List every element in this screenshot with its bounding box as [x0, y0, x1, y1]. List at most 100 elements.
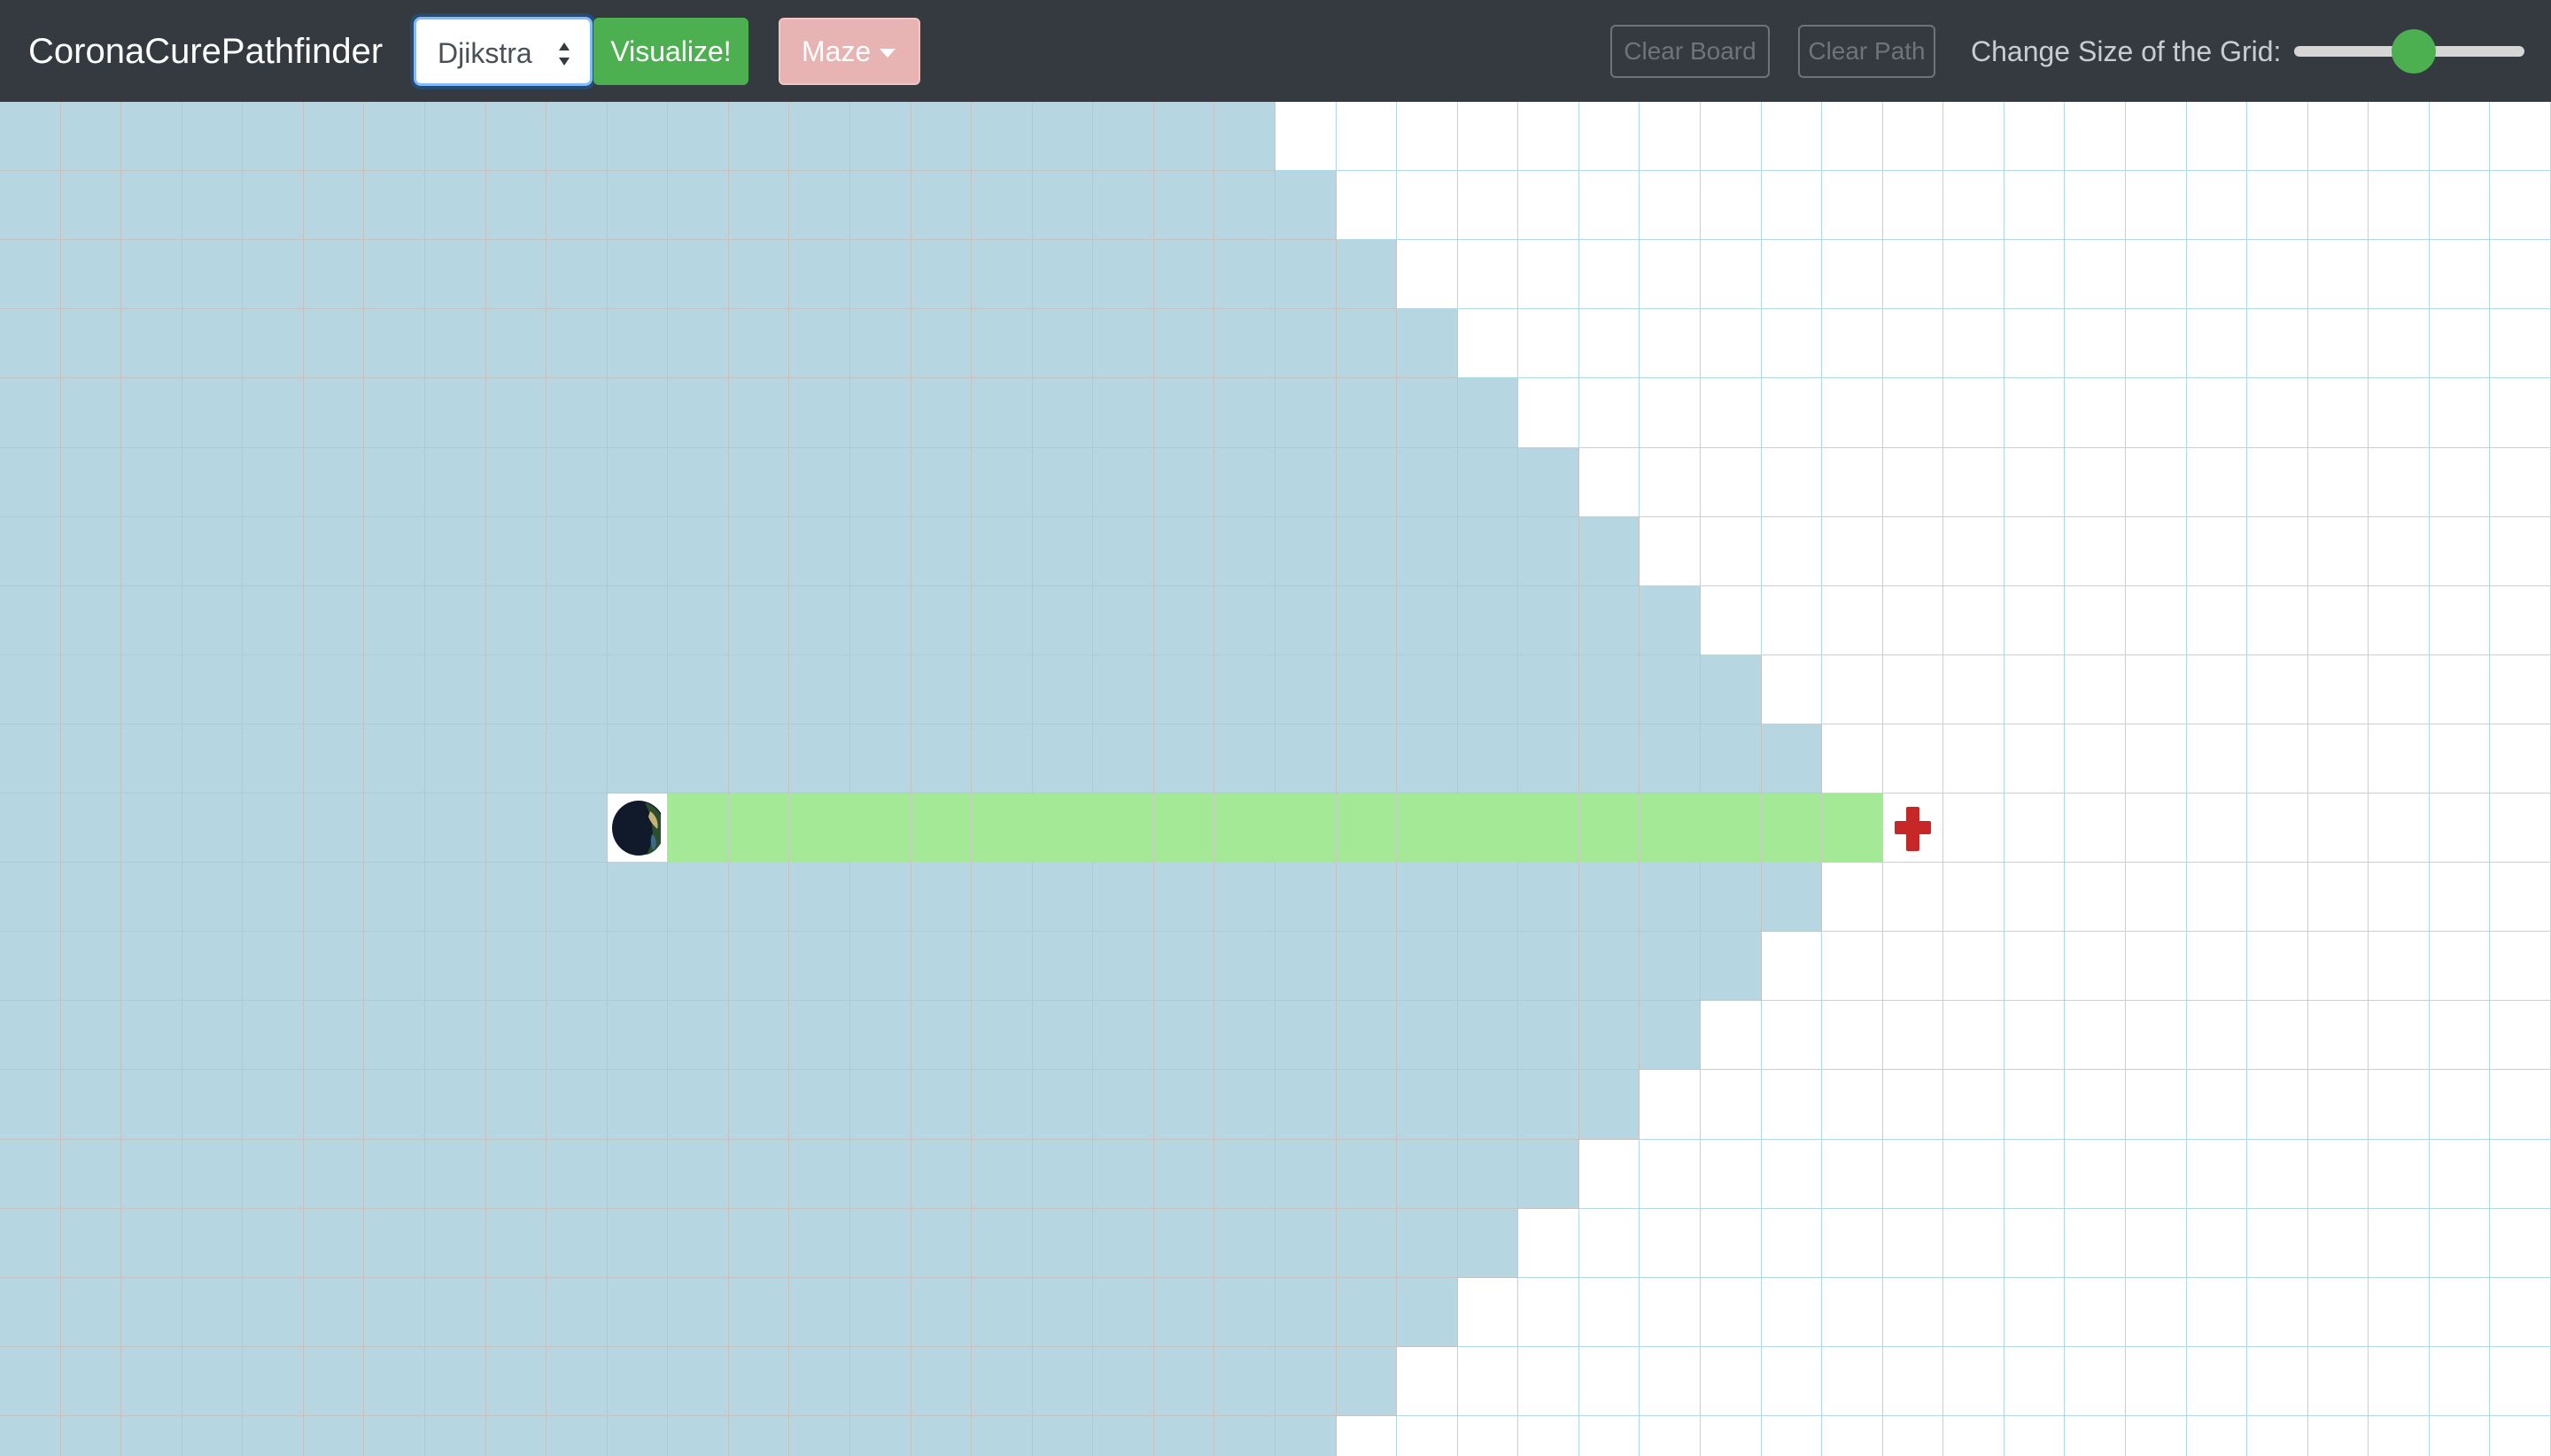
visited-cell[interactable]: [1579, 586, 1640, 655]
visited-cell[interactable]: [1579, 863, 1640, 932]
visited-cell[interactable]: [789, 1209, 850, 1278]
visited-cell[interactable]: [972, 932, 1033, 1001]
visited-cell[interactable]: [911, 863, 972, 932]
visited-cell[interactable]: [972, 863, 1033, 932]
visited-cell[interactable]: [61, 863, 121, 932]
visited-cell[interactable]: [608, 863, 668, 932]
grid-cell[interactable]: [2308, 378, 2369, 448]
visited-cell[interactable]: [1337, 1209, 1397, 1278]
visited-cell[interactable]: [1337, 1278, 1397, 1347]
visited-cell[interactable]: [182, 102, 243, 171]
grid-cell[interactable]: [1822, 586, 1883, 655]
visited-cell[interactable]: [1033, 1140, 1093, 1209]
grid-cell[interactable]: [2308, 102, 2369, 171]
grid-cell[interactable]: [2004, 102, 2065, 171]
visited-cell[interactable]: [1640, 932, 1701, 1001]
visited-cell[interactable]: [729, 240, 789, 309]
visited-cell[interactable]: [1033, 1347, 1093, 1416]
grid-cell[interactable]: [2308, 1416, 2369, 1456]
visited-cell[interactable]: [243, 378, 304, 448]
grid-cell[interactable]: [2247, 517, 2308, 586]
grid-cell[interactable]: [1640, 517, 1701, 586]
grid-cell[interactable]: [2490, 240, 2551, 309]
grid-cell[interactable]: [1943, 240, 2004, 309]
visited-cell[interactable]: [0, 1278, 61, 1347]
grid-cell[interactable]: [1640, 102, 1701, 171]
visited-cell[interactable]: [61, 309, 121, 378]
visited-cell[interactable]: [61, 724, 121, 794]
visited-cell[interactable]: [1276, 724, 1337, 794]
grid-cell[interactable]: [1458, 1278, 1518, 1347]
visited-cell[interactable]: [668, 1001, 729, 1070]
visited-cell[interactable]: [911, 517, 972, 586]
visited-cell[interactable]: [182, 794, 243, 863]
path-cell[interactable]: [1214, 794, 1276, 863]
visited-cell[interactable]: [668, 1416, 729, 1456]
visited-cell[interactable]: [243, 240, 304, 309]
grid-cell[interactable]: [1883, 309, 1943, 378]
visited-cell[interactable]: [121, 1278, 182, 1347]
grid-cell[interactable]: [2126, 586, 2187, 655]
visited-cell[interactable]: [61, 1070, 121, 1140]
grid-cell[interactable]: [2004, 1347, 2065, 1416]
grid-cell[interactable]: [2430, 1278, 2490, 1347]
grid-cell[interactable]: [2004, 378, 2065, 448]
grid-cell[interactable]: [2126, 1209, 2187, 1278]
visited-cell[interactable]: [1093, 517, 1154, 586]
visited-cell[interactable]: [364, 1347, 425, 1416]
visited-cell[interactable]: [1214, 378, 1276, 448]
visited-cell[interactable]: [364, 1209, 425, 1278]
grid-cell[interactable]: [2247, 1001, 2308, 1070]
visited-cell[interactable]: [364, 309, 425, 378]
grid-cell[interactable]: [2490, 586, 2551, 655]
grid-cell[interactable]: [1640, 309, 1701, 378]
grid-cell[interactable]: [1943, 102, 2004, 171]
visited-cell[interactable]: [121, 1001, 182, 1070]
visited-cell[interactable]: [243, 724, 304, 794]
visited-cell[interactable]: [789, 309, 850, 378]
visited-cell[interactable]: [972, 655, 1033, 724]
visited-cell[interactable]: [1093, 586, 1154, 655]
grid-cell[interactable]: [2065, 1070, 2126, 1140]
visited-cell[interactable]: [1093, 1278, 1154, 1347]
grid-cell[interactable]: [1640, 378, 1701, 448]
visited-cell[interactable]: [243, 1209, 304, 1278]
grid-cell[interactable]: [1943, 1278, 2004, 1347]
grid-cell[interactable]: [1458, 102, 1518, 171]
visited-cell[interactable]: [1033, 1070, 1093, 1140]
grid-cell[interactable]: [2187, 1070, 2247, 1140]
grid-cell[interactable]: [2369, 863, 2430, 932]
visited-cell[interactable]: [1640, 1001, 1701, 1070]
visited-cell[interactable]: [911, 586, 972, 655]
grid-cell[interactable]: [2065, 794, 2126, 863]
visited-cell[interactable]: [182, 1070, 243, 1140]
visited-cell[interactable]: [547, 1416, 608, 1456]
visited-cell[interactable]: [243, 794, 304, 863]
grid-cell[interactable]: [2065, 448, 2126, 517]
visited-cell[interactable]: [304, 1347, 364, 1416]
visited-cell[interactable]: [789, 863, 850, 932]
grid-cell[interactable]: [1458, 240, 1518, 309]
visited-cell[interactable]: [1093, 378, 1154, 448]
visited-cell[interactable]: [1397, 655, 1458, 724]
grid-cell[interactable]: [2126, 655, 2187, 724]
grid-cell[interactable]: [2004, 724, 2065, 794]
grid-cell[interactable]: [2369, 1209, 2430, 1278]
start-node[interactable]: [608, 794, 668, 863]
visited-cell[interactable]: [364, 1070, 425, 1140]
grid-cell[interactable]: [1943, 586, 2004, 655]
visited-cell[interactable]: [1276, 448, 1337, 517]
visited-cell[interactable]: [1518, 1140, 1579, 1209]
visited-cell[interactable]: [1640, 863, 1701, 932]
visited-cell[interactable]: [547, 378, 608, 448]
grid-cell[interactable]: [1943, 378, 2004, 448]
grid-cell[interactable]: [2247, 171, 2308, 240]
grid-cell[interactable]: [2369, 794, 2430, 863]
visited-cell[interactable]: [61, 517, 121, 586]
visited-cell[interactable]: [1458, 1209, 1518, 1278]
visited-cell[interactable]: [608, 1416, 668, 1456]
visited-cell[interactable]: [729, 586, 789, 655]
visited-cell[interactable]: [243, 1001, 304, 1070]
visited-cell[interactable]: [668, 1209, 729, 1278]
grid-cell[interactable]: [1883, 517, 1943, 586]
